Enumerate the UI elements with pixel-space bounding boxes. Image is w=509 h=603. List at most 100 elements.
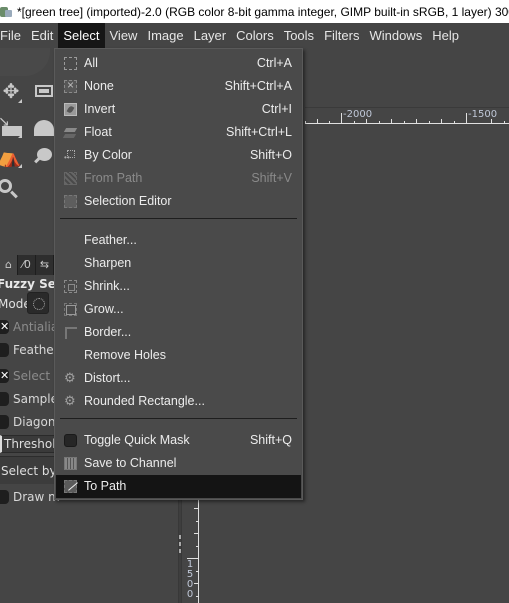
menu-item-shrink[interactable]: Shrink... bbox=[56, 275, 301, 298]
ruler-tick bbox=[441, 119, 442, 124]
menu-item-to-path[interactable]: To Path bbox=[56, 475, 301, 498]
from-path-icon bbox=[64, 172, 77, 185]
vertical-ruler[interactable]: 1500 bbox=[185, 500, 199, 603]
ruler-baseline bbox=[198, 500, 199, 603]
menu-item-shortcut: Ctrl+I bbox=[261, 102, 292, 116]
grow-icon bbox=[64, 303, 77, 316]
menu-item-none[interactable]: None Shift+Ctrl+A bbox=[56, 75, 301, 98]
menu-bar: File Edit Select View Image Layer Colors… bbox=[0, 23, 509, 48]
select-by-dropdown[interactable]: Select by bbox=[0, 456, 56, 484]
diagonal-neighbors-label: Diagonal neighbors bbox=[13, 415, 60, 429]
menu-separator bbox=[60, 218, 297, 219]
menu-item-save-to-channel[interactable]: Save to Channel bbox=[56, 452, 301, 475]
threshold-slider[interactable]: Threshold bbox=[0, 435, 56, 453]
arrow-glyph: ↘ bbox=[0, 114, 10, 130]
feather-edges-checkbox[interactable]: Feather edges bbox=[0, 342, 60, 358]
select-transparent-checkbox[interactable]: ✕ Select transparent areas bbox=[0, 368, 60, 384]
ruler-label: 1500 bbox=[186, 559, 194, 600]
tab-undo-history[interactable]: ⇆ bbox=[36, 255, 54, 275]
warp-glyph bbox=[34, 120, 54, 136]
menu-item-remove-holes[interactable]: Remove Holes bbox=[56, 344, 301, 367]
menu-filters[interactable]: Filters bbox=[319, 23, 364, 48]
tab-tool-options[interactable]: ⌂ bbox=[0, 255, 18, 275]
menu-item-label: From Path bbox=[84, 171, 143, 185]
checkbox-unchecked[interactable] bbox=[0, 490, 9, 504]
shrink-icon bbox=[64, 280, 77, 293]
menu-layer[interactable]: Layer bbox=[189, 23, 232, 48]
menu-item-sharpen[interactable]: Sharpen bbox=[56, 252, 301, 275]
quick-mask-icon bbox=[64, 434, 77, 447]
menu-item-shortcut: Shift+Ctrl+A bbox=[224, 79, 292, 93]
menu-file[interactable]: File bbox=[0, 23, 26, 48]
menu-item-rounded-rectangle[interactable]: Rounded Rectangle... bbox=[56, 390, 301, 413]
window-title: *[green tree] (imported)-2.0 (RGB color … bbox=[17, 4, 509, 19]
tool-group-indicator bbox=[18, 134, 22, 138]
menu-item-float[interactable]: Float Shift+Ctrl+L bbox=[56, 121, 301, 144]
checkbox-unchecked[interactable] bbox=[0, 415, 9, 429]
checkbox-unchecked[interactable] bbox=[0, 343, 9, 357]
menu-item-grow[interactable]: Grow... bbox=[56, 298, 301, 321]
ruler-tick bbox=[194, 508, 199, 509]
gear-icon bbox=[64, 371, 77, 385]
antialiasing-checkbox[interactable]: ✕ Antialiasing bbox=[0, 319, 60, 335]
select-none-icon bbox=[64, 78, 77, 93]
menu-item-label: Float bbox=[84, 125, 112, 139]
selection-editor-icon bbox=[64, 195, 77, 208]
ruler-tick bbox=[404, 121, 405, 124]
diagonal-neighbors-checkbox[interactable]: Diagonal neighbors bbox=[0, 414, 60, 430]
ruler-tick bbox=[194, 533, 199, 534]
border-icon bbox=[64, 326, 77, 339]
menu-edit[interactable]: Edit bbox=[26, 23, 58, 48]
menu-item-selection-editor[interactable]: Selection Editor bbox=[56, 190, 301, 213]
invert-icon bbox=[64, 103, 77, 116]
ruler-tick bbox=[491, 119, 492, 124]
menu-item-border[interactable]: Border... bbox=[56, 321, 301, 344]
checkbox-unchecked[interactable] bbox=[0, 392, 9, 406]
menu-item-label: All bbox=[84, 56, 98, 70]
tab-device-status[interactable]: ⁄0 bbox=[18, 255, 36, 275]
menu-item-label: Distort... bbox=[84, 371, 131, 385]
sample-merged-checkbox[interactable]: Sample merged bbox=[0, 391, 60, 407]
menu-item-label: Feather... bbox=[84, 233, 137, 247]
menu-item-by-color[interactable]: By Color Shift+O bbox=[56, 144, 301, 167]
menu-item-all[interactable]: All Ctrl+A bbox=[56, 52, 301, 75]
horizontal-ruler[interactable]: -2000 -1500 bbox=[305, 107, 509, 124]
checkbox-checked[interactable]: ✕ bbox=[0, 369, 9, 383]
menu-item-label: Shrink... bbox=[84, 279, 130, 293]
menu-item-label: By Color bbox=[84, 148, 132, 162]
menu-tools[interactable]: Tools bbox=[279, 23, 319, 48]
ruler-tick bbox=[366, 119, 367, 124]
select-transparent-label: Select transparent areas bbox=[13, 369, 60, 383]
wilber-drop-area bbox=[0, 48, 50, 76]
select-all-icon bbox=[64, 57, 77, 70]
ruler-label: -2000 bbox=[343, 109, 373, 120]
ruler-tick bbox=[379, 121, 380, 124]
menu-item-toggle-quick-mask[interactable]: Toggle Quick Mask Shift+Q bbox=[56, 429, 301, 452]
ruler-label: -1500 bbox=[468, 109, 498, 120]
by-color-icon bbox=[64, 149, 77, 162]
ruler-tick bbox=[194, 583, 199, 584]
menu-item-label: Border... bbox=[84, 325, 132, 339]
menu-item-label: To Path bbox=[84, 479, 127, 493]
menu-select[interactable]: Select bbox=[58, 23, 105, 48]
mode-replace-button[interactable] bbox=[27, 292, 49, 314]
menu-item-shortcut: Shift+Q bbox=[249, 433, 292, 447]
checkbox-checked[interactable]: ✕ bbox=[0, 320, 9, 334]
menu-colors[interactable]: Colors bbox=[231, 23, 279, 48]
menu-item-label: Save to Channel bbox=[84, 456, 177, 470]
channel-icon bbox=[64, 457, 77, 470]
draw-mask-checkbox[interactable]: Draw mask bbox=[0, 489, 60, 505]
ruler-tick bbox=[466, 113, 467, 124]
ruler-tick bbox=[196, 521, 199, 522]
menu-image[interactable]: Image bbox=[142, 23, 188, 48]
menu-item-feather[interactable]: Feather... bbox=[56, 229, 301, 252]
menu-item-label: Selection Editor bbox=[84, 194, 172, 208]
menu-help[interactable]: Help bbox=[427, 23, 464, 48]
menu-item-distort[interactable]: Distort... bbox=[56, 367, 301, 390]
menu-item-invert[interactable]: Invert Ctrl+I bbox=[56, 98, 301, 121]
menu-view[interactable]: View bbox=[105, 23, 143, 48]
menu-item-label: None bbox=[84, 79, 114, 93]
menu-item-from-path[interactable]: From Path Shift+V bbox=[56, 167, 301, 190]
menu-item-label: Grow... bbox=[84, 302, 124, 316]
menu-windows[interactable]: Windows bbox=[364, 23, 427, 48]
